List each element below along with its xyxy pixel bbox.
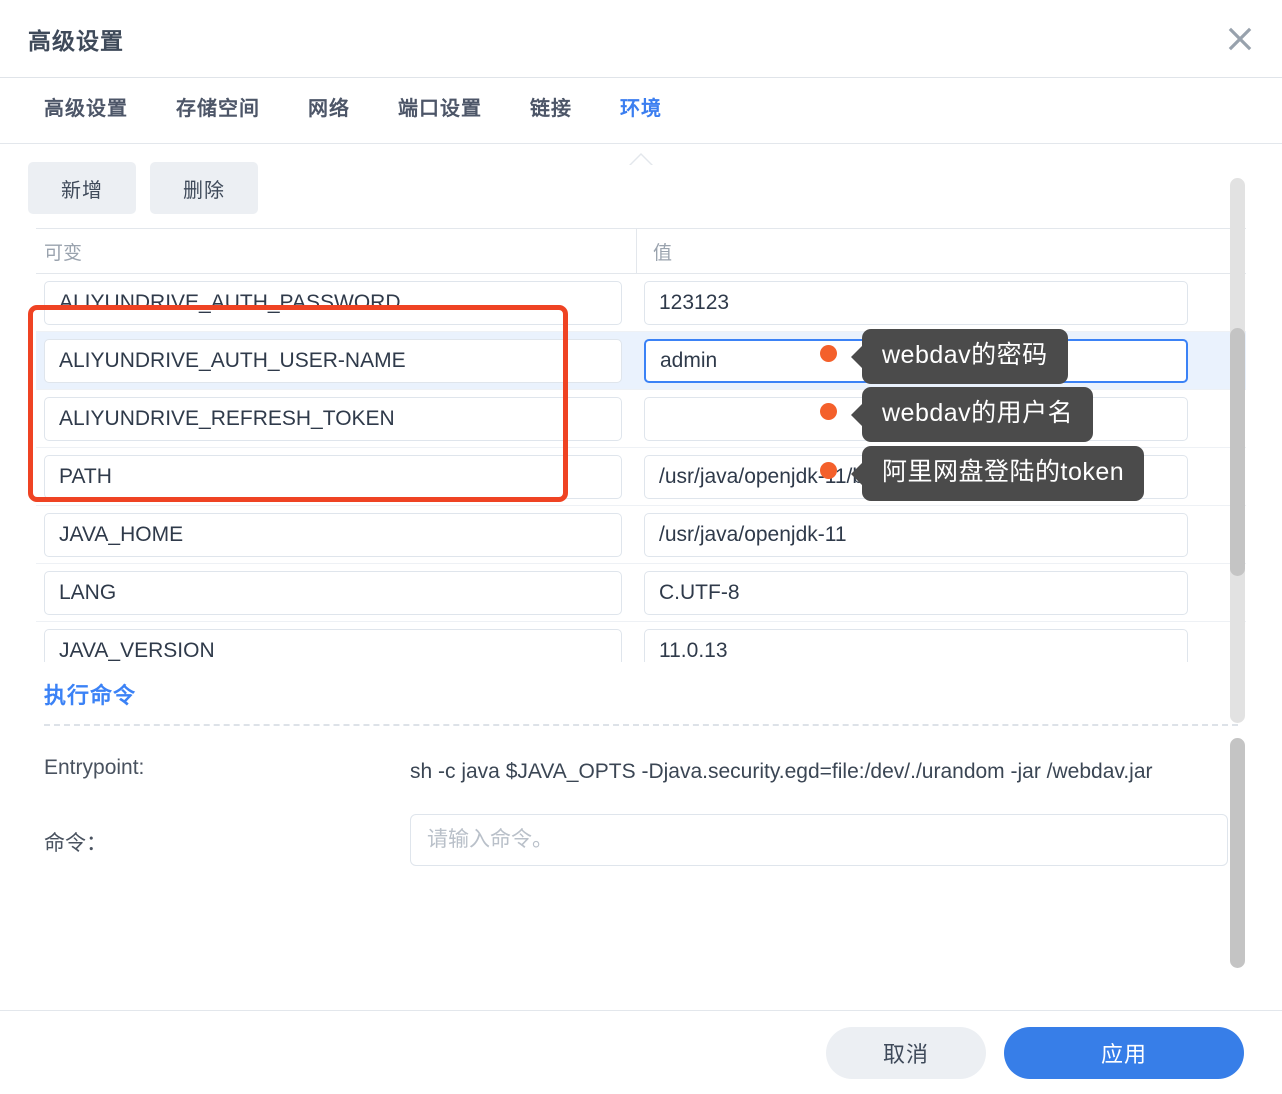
cell-variable [36,280,636,325]
dialog-tabs: 高级设置 存储空间 网络 端口设置 链接 环境 [0,78,1282,166]
command-row: 命令： [36,792,1282,866]
entrypoint-row: Entrypoint: sh -c java $JAVA_OPTS -Djava… [36,726,1282,792]
close-icon[interactable] [1218,17,1262,61]
variable-input[interactable] [44,396,622,441]
column-header-variable: 可变 [44,242,83,264]
dialog-titlebar: 高级设置 [0,0,1282,78]
advanced-settings-dialog: 高级设置 高级设置 存储空间 网络 端口设置 链接 环境 新增 删除 可变 值 [0,0,1282,1094]
entrypoint-value: sh -c java $JAVA_OPTS -Djava.security.eg… [410,760,1153,783]
tab-label: 网络 [308,98,350,120]
tab-network[interactable]: 网络 [308,92,350,131]
dialog-footer: 取消 应用 [0,1010,1282,1094]
cell-variable [36,454,636,499]
variable-input[interactable] [44,338,622,383]
entrypoint-label: Entrypoint: [44,756,145,779]
command-section-title: 执行命令 [44,683,137,708]
env-table-header: 可变 值 [36,228,1246,274]
apply-button[interactable]: 应用 [1004,1026,1244,1079]
tab-label: 链接 [530,98,572,120]
cell-variable [36,396,636,441]
cell-value [636,280,1208,325]
add-button[interactable]: 新增 [28,162,136,214]
page-scrollbar-thumb[interactable] [1230,738,1245,968]
env-table: 可变 值 [0,228,1282,662]
command-label: 命令： [44,831,107,855]
variable-input[interactable] [44,570,622,615]
variable-input[interactable] [44,454,622,499]
table-row[interactable] [36,274,1246,332]
annotation-dot-icon [820,345,837,362]
tab-port-settings[interactable]: 端口设置 [398,92,482,131]
tab-label: 高级设置 [44,98,128,120]
table-row[interactable] [36,564,1246,622]
variable-input[interactable] [44,512,622,557]
annotation-dot-icon [820,462,837,479]
cell-variable [36,570,636,615]
table-scrollbar-thumb[interactable] [1230,328,1245,576]
cell-variable [36,628,636,662]
command-input[interactable] [410,813,1228,866]
table-row[interactable] [36,506,1246,564]
annotation-tooltip: 阿里网盘登陆的token [862,446,1145,501]
tab-advanced-settings[interactable]: 高级设置 [44,92,128,131]
value-input[interactable] [644,570,1188,615]
value-input[interactable] [644,280,1188,325]
delete-button[interactable]: 删除 [150,162,258,214]
cell-value [636,628,1208,662]
cell-value [636,512,1208,557]
column-header-value: 值 [636,229,1208,273]
value-input[interactable] [644,628,1188,662]
cell-value [636,570,1208,615]
tab-links[interactable]: 链接 [530,92,572,131]
cell-variable [36,512,636,557]
tab-environment[interactable]: 环境 [620,92,662,166]
tab-label: 环境 [620,98,662,120]
annotation-dot-icon [820,403,837,420]
variable-input[interactable] [44,280,622,325]
dialog-title: 高级设置 [28,27,124,54]
table-toolbar: 新增 删除 [0,144,1282,228]
tab-label: 端口设置 [398,98,482,120]
cell-variable [36,338,636,383]
annotation-tooltip: webdav的用户名 [862,387,1094,442]
tab-label: 存储空间 [176,98,260,120]
tab-storage[interactable]: 存储空间 [176,92,260,131]
table-row[interactable] [36,622,1246,662]
annotation-tooltip: webdav的密码 [862,329,1068,384]
variable-input[interactable] [44,628,622,662]
command-section: 执行命令 Entrypoint: sh -c java $JAVA_OPTS -… [0,662,1282,866]
cancel-button[interactable]: 取消 [826,1026,986,1079]
value-input[interactable] [644,512,1188,557]
